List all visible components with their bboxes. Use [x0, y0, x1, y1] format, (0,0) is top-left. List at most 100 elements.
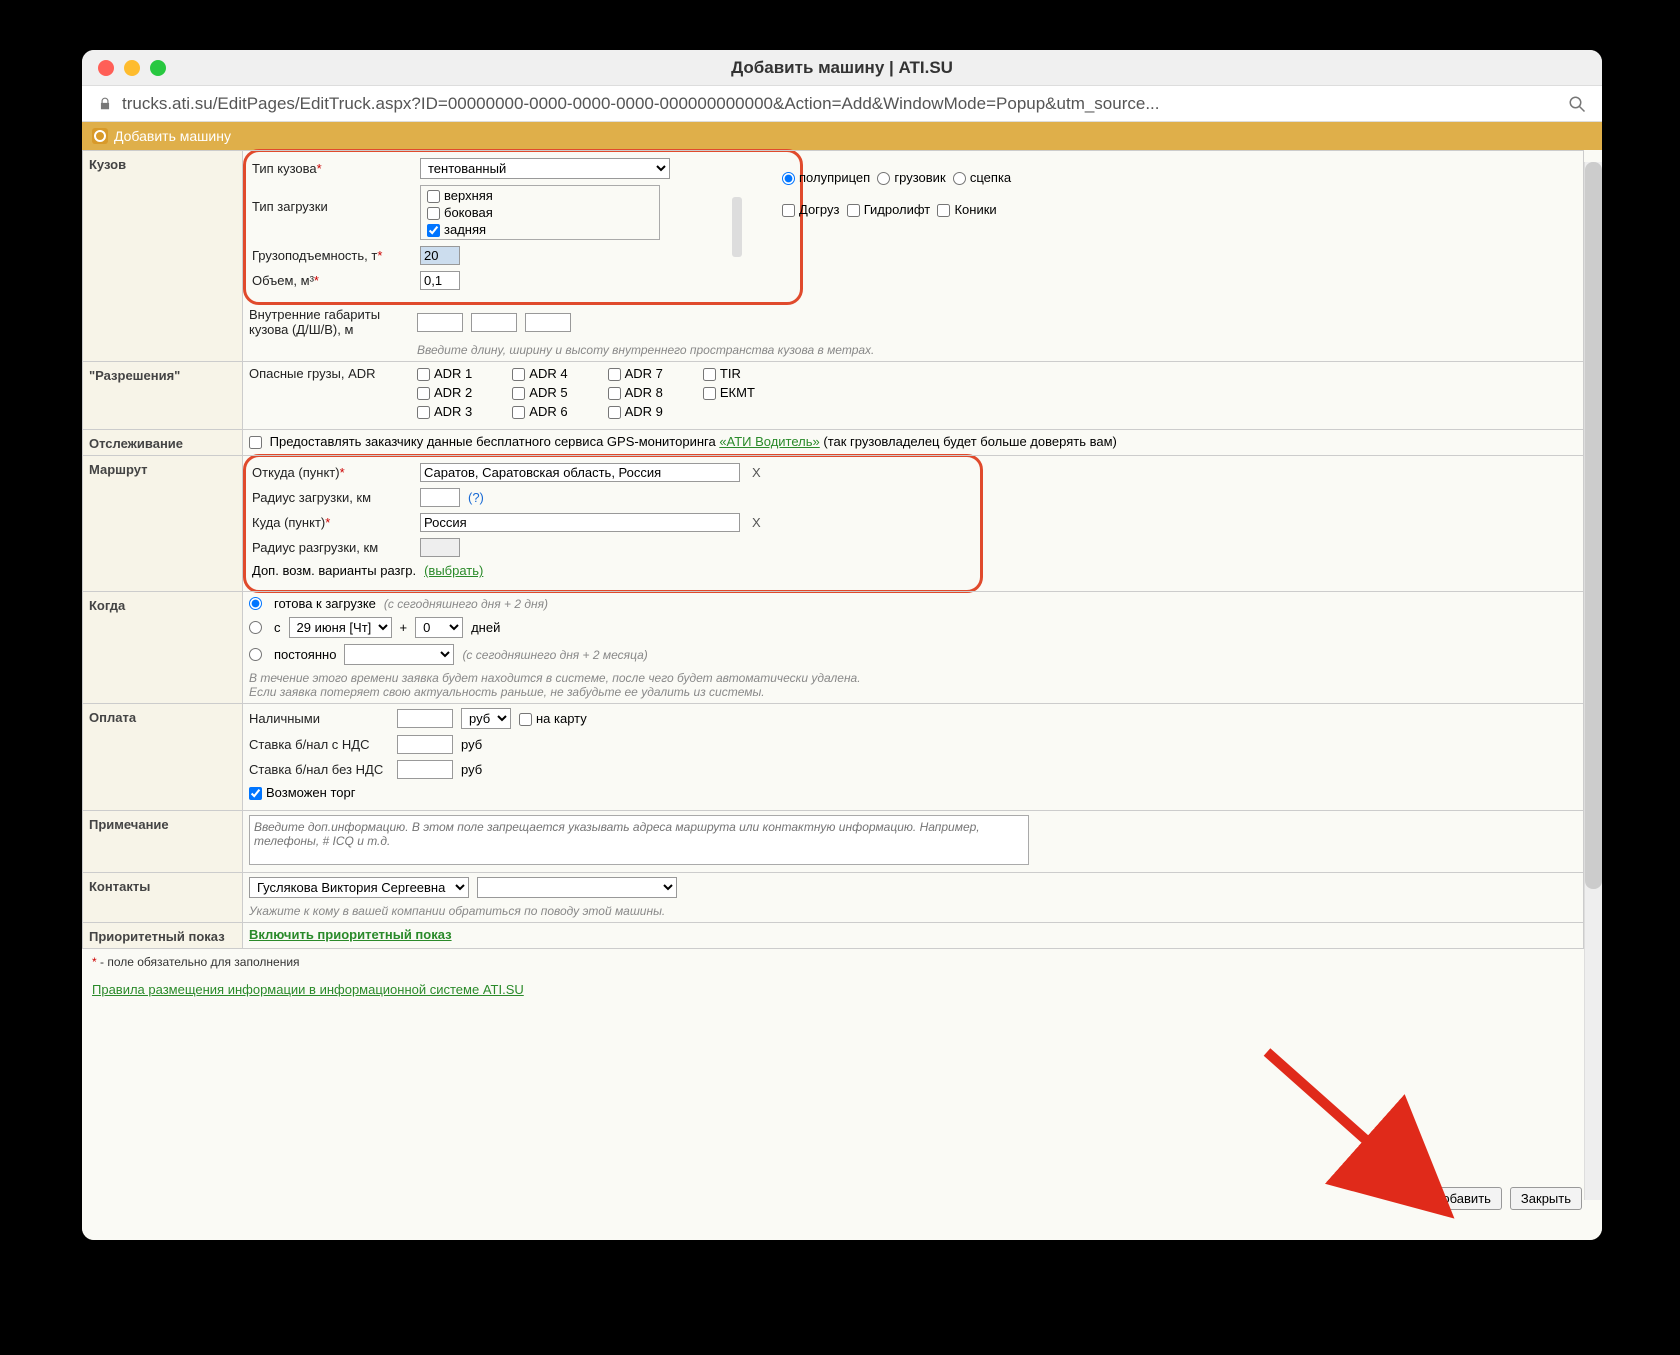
section-body-label: Кузов — [83, 151, 243, 362]
adr-1[interactable]: ADR 1 — [417, 366, 472, 381]
loading-scrollbar[interactable] — [732, 197, 742, 257]
on-card-checkbox[interactable]: на карту — [519, 711, 587, 726]
load-radius-input[interactable] — [420, 488, 460, 507]
loading-top[interactable]: верхняя — [427, 188, 653, 203]
bargain-checkbox[interactable]: Возможен торг — [249, 785, 355, 800]
extra-dogruz[interactable]: Догруз — [782, 202, 839, 217]
section-contacts-label: Контакты — [83, 873, 243, 923]
section-payment-label: Оплата — [83, 704, 243, 811]
cash-input[interactable] — [397, 709, 453, 728]
trailer-truck[interactable]: грузовик — [877, 170, 945, 185]
trailer-type-group: полуприцеп грузовик сцепка — [782, 170, 1011, 185]
section-when-label: Когда — [83, 592, 243, 704]
minimize-window-button[interactable] — [124, 60, 140, 76]
body-type-label: Тип кузова — [252, 161, 317, 176]
maximize-window-button[interactable] — [150, 60, 166, 76]
from-input[interactable] — [420, 463, 740, 482]
rate-vat-label: Ставка б/нал с НДС — [249, 737, 389, 752]
dim-height-input[interactable] — [525, 313, 571, 332]
section-route-label: Маршрут — [83, 456, 243, 592]
close-window-button[interactable] — [98, 60, 114, 76]
note-textarea[interactable] — [249, 815, 1029, 865]
loading-rear[interactable]: задняя — [427, 222, 653, 237]
required-note: * - поле обязательно для заполнения — [82, 949, 1602, 975]
tracking-checkbox-row[interactable]: Предоставлять заказчику данные бесплатно… — [249, 434, 1117, 449]
window-title: Добавить машину | ATI.SU — [731, 58, 953, 78]
adr-3[interactable]: ADR 3 — [417, 404, 472, 419]
adr-label: Опасные грузы, ADR — [249, 366, 409, 381]
adr-5[interactable]: ADR 5 — [512, 385, 567, 400]
close-button[interactable]: Закрыть — [1510, 1187, 1582, 1210]
when-from-radio[interactable] — [249, 621, 262, 634]
loading-side[interactable]: боковая — [427, 205, 653, 220]
clear-to-icon[interactable]: X — [752, 515, 761, 530]
extra-unload-link[interactable]: (выбрать) — [424, 563, 483, 578]
clear-from-icon[interactable]: X — [752, 465, 761, 480]
dims-hint: Введите длину, ширину и высоту внутренне… — [417, 343, 1577, 357]
contact-1-select[interactable]: Гуслякова Виктория Сергеевна — [249, 877, 469, 898]
section-priority-label: Приоритетный показ — [83, 923, 243, 949]
dim-width-input[interactable] — [471, 313, 517, 332]
currency-select[interactable]: руб — [461, 708, 511, 729]
trailer-hitch[interactable]: сцепка — [953, 170, 1011, 185]
contact-2-select[interactable] — [477, 877, 677, 898]
when-constant-select[interactable] — [344, 644, 454, 665]
trailer-semi[interactable]: полуприцеп — [782, 170, 870, 185]
adr-9[interactable]: ADR 9 — [608, 404, 663, 419]
ekmt-checkbox[interactable]: ЕКМТ — [703, 385, 755, 400]
adr-2[interactable]: ADR 2 — [417, 385, 472, 400]
dim-length-input[interactable] — [417, 313, 463, 332]
capacity-label: Грузоподъемность, т — [252, 248, 377, 263]
when-constant-radio[interactable] — [249, 648, 262, 661]
rate-novat-input[interactable] — [397, 760, 453, 779]
adr-8[interactable]: ADR 8 — [608, 385, 663, 400]
extra-unload-label: Доп. возм. варианты разгр. — [252, 563, 416, 578]
loading-type-list: верхняя боковая задняя — [420, 185, 660, 240]
to-label: Куда (пункт) — [252, 515, 325, 530]
when-date-select[interactable]: 29 июня [Чт] — [289, 617, 392, 638]
search-icon[interactable] — [1568, 95, 1586, 113]
scrollbar-thumb[interactable] — [1585, 162, 1602, 889]
priority-link[interactable]: Включить приоритетный показ — [249, 927, 452, 942]
adr-grid: ADR 1 ADR 2 ADR 3 ADR 4 ADR 5 ADR 6 ADR … — [417, 366, 755, 419]
highlight-body-block: Тип кузова* тентованный Тип загрузки вер… — [243, 149, 803, 305]
content-area: Добавить машину Кузов Тип кузова* тентов… — [82, 122, 1602, 1240]
annotation-arrow — [1257, 1042, 1487, 1240]
when-days-select[interactable]: 0 — [415, 617, 463, 638]
extra-hydro[interactable]: Гидролифт — [847, 202, 931, 217]
body-type-select[interactable]: тентованный — [420, 158, 670, 179]
tir-checkbox[interactable]: TIR — [703, 366, 755, 381]
extra-koniki[interactable]: Коники — [937, 202, 996, 217]
load-radius-label: Радиус загрузки, км — [252, 490, 412, 505]
vertical-scrollbar[interactable] — [1584, 162, 1602, 1200]
capacity-input[interactable] — [420, 246, 460, 265]
adr-4[interactable]: ADR 4 — [512, 366, 567, 381]
when-note: В течение этого времени заявка будет нах… — [249, 671, 1577, 699]
contacts-hint: Укажите к кому в вашей компании обратить… — [249, 904, 1577, 918]
help-icon[interactable]: (?) — [468, 490, 484, 505]
loading-type-label: Тип загрузки — [252, 185, 412, 214]
url-bar: trucks.ati.su/EditPages/EditTruck.aspx?I… — [82, 86, 1602, 122]
add-button[interactable]: Добавить — [1422, 1187, 1501, 1210]
adr-7[interactable]: ADR 7 — [608, 366, 663, 381]
extra-options-group: Догруз Гидролифт Коники — [782, 202, 997, 217]
header-title: Добавить машину — [114, 128, 231, 144]
rate-vat-input[interactable] — [397, 735, 453, 754]
volume-input[interactable] — [420, 271, 460, 290]
traffic-lights — [98, 60, 166, 76]
footer-buttons: Добавить Закрыть — [1422, 1187, 1582, 1210]
rules-link-row: Правила размещения информации в информац… — [82, 975, 1602, 1005]
to-input[interactable] — [420, 513, 740, 532]
truck-icon — [92, 128, 108, 144]
unload-radius-input[interactable] — [420, 538, 460, 557]
page-header: Добавить машину — [82, 122, 1602, 150]
adr-6[interactable]: ADR 6 — [512, 404, 567, 419]
dims-label: Внутренние габариты кузова (Д/Ш/В), м — [249, 307, 409, 337]
when-ready-radio[interactable] — [249, 597, 262, 610]
lock-icon — [98, 97, 112, 111]
rules-link[interactable]: Правила размещения информации в информац… — [92, 982, 524, 997]
title-bar: Добавить машину | ATI.SU — [82, 50, 1602, 86]
section-tracking-label: Отслеживание — [83, 430, 243, 456]
tracking-link[interactable]: «АТИ Водитель» — [719, 434, 819, 449]
highlight-route-block: Откуда (пункт)* X Радиус загрузки, км (?… — [243, 454, 983, 593]
